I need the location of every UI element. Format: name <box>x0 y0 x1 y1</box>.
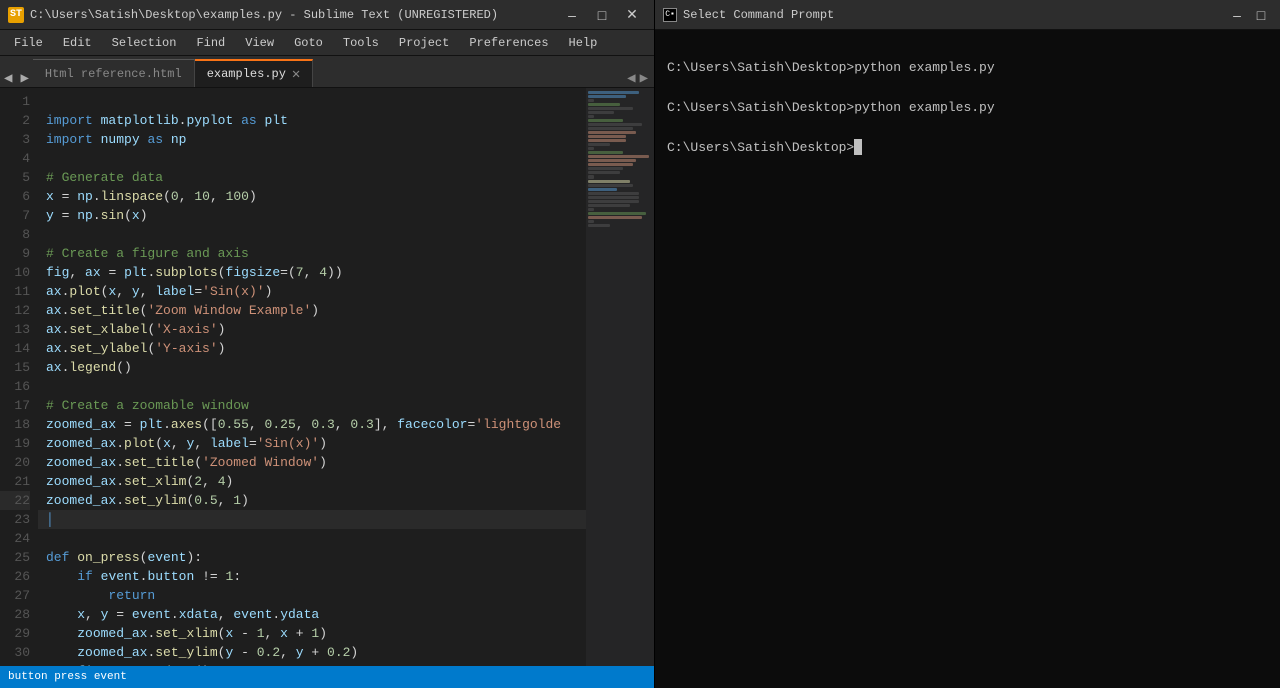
app-root: ST C:\Users\Satish\Desktop\examples.py -… <box>0 0 1280 688</box>
menu-selection[interactable]: Selection <box>102 30 187 55</box>
line-num-30: 30 <box>0 643 30 662</box>
terminal-title-bar: C▪ Select Command Prompt – □ <box>655 0 1280 30</box>
line-num-13: 13 <box>0 320 30 339</box>
menu-edit[interactable]: Edit <box>53 30 102 55</box>
line-num-14: 14 <box>0 339 30 358</box>
line-num-17: 17 <box>0 396 30 415</box>
line-num-28: 28 <box>0 605 30 624</box>
title-bar-controls: – □ ✕ <box>558 4 646 26</box>
tab-scroll-right-icon[interactable]: ▶ <box>640 70 648 87</box>
tab-close-icon[interactable]: ✕ <box>292 66 300 83</box>
terminal-line-3: C:\Users\Satish\Desktop>python examples.… <box>667 100 995 115</box>
line-num-8: 8 <box>0 225 30 244</box>
line-num-23: 23 <box>0 510 30 529</box>
tab-nav-prev[interactable]: ◀ <box>0 70 16 87</box>
terminal-prompt: C:\Users\Satish\Desktop> <box>667 140 854 155</box>
terminal-line-1: C:\Users\Satish\Desktop>python examples.… <box>667 60 995 75</box>
maximize-button[interactable]: □ <box>588 4 616 26</box>
terminal-maximize-button[interactable]: □ <box>1250 4 1272 26</box>
editor-title-bar: ST C:\Users\Satish\Desktop\examples.py -… <box>0 0 654 30</box>
terminal-pane: C▪ Select Command Prompt – □ C:\Users\Sa… <box>655 0 1280 688</box>
app-icon: ST <box>8 7 24 23</box>
line-num-16: 16 <box>0 377 30 396</box>
terminal-title: Select Command Prompt <box>683 8 834 22</box>
tab-scroll-left-icon[interactable]: ◀ <box>627 70 635 87</box>
terminal-cursor <box>854 139 862 155</box>
minimap-content <box>586 88 654 666</box>
status-bar: button press event <box>0 666 654 688</box>
line-num-12: 12 <box>0 301 30 320</box>
line-num-24: 24 <box>0 529 30 548</box>
line-num-15: 15 <box>0 358 30 377</box>
line-num-4: 4 <box>0 149 30 168</box>
close-button[interactable]: ✕ <box>618 4 646 26</box>
line-num-10: 10 <box>0 263 30 282</box>
line-num-20: 20 <box>0 453 30 472</box>
line-num-26: 26 <box>0 567 30 586</box>
line-num-5: 5 <box>0 168 30 187</box>
line-num-6: 6 <box>0 187 30 206</box>
line-num-22: 22 <box>0 491 30 510</box>
tab-bar: ◀ ▶ Html reference.html examples.py ✕ ◀ … <box>0 56 654 88</box>
editor-pane: ST C:\Users\Satish\Desktop\examples.py -… <box>0 0 655 688</box>
line-num-3: 3 <box>0 130 30 149</box>
line-numbers: 1 2 3 4 5 6 7 8 9 10 11 12 13 14 15 16 1 <box>0 88 38 666</box>
menu-bar: File Edit Selection Find View Goto Tools… <box>0 30 654 56</box>
tab-html-label: Html reference.html <box>45 67 182 81</box>
tab-right-controls: ◀ ▶ <box>627 70 654 87</box>
menu-file[interactable]: File <box>4 30 53 55</box>
terminal-minimize-button[interactable]: – <box>1226 4 1248 26</box>
title-bar-left: ST C:\Users\Satish\Desktop\examples.py -… <box>8 7 498 23</box>
tab-nav-next[interactable]: ▶ <box>16 70 32 87</box>
line-num-29: 29 <box>0 624 30 643</box>
terminal-app-icon: C▪ <box>663 8 677 22</box>
line-num-1: 1 <box>0 92 30 111</box>
terminal-title-left: C▪ Select Command Prompt <box>663 8 834 22</box>
window-title: C:\Users\Satish\Desktop\examples.py - Su… <box>30 8 498 22</box>
menu-project[interactable]: Project <box>389 30 459 55</box>
menu-tools[interactable]: Tools <box>333 30 389 55</box>
minimap[interactable] <box>586 88 654 666</box>
tab-py-label: examples.py <box>207 67 286 81</box>
line-num-2: 2 <box>0 111 30 130</box>
line-num-25: 25 <box>0 548 30 567</box>
line-num-27: 27 <box>0 586 30 605</box>
line-num-18: 18 <box>0 415 30 434</box>
line-num-7: 7 <box>0 206 30 225</box>
line-num-9: 9 <box>0 244 30 263</box>
tab-examples-py[interactable]: examples.py ✕ <box>195 59 314 87</box>
status-text: button press event <box>8 671 646 683</box>
tab-html-reference[interactable]: Html reference.html <box>33 59 195 87</box>
menu-view[interactable]: View <box>235 30 284 55</box>
code-editor[interactable]: import matplotlib.pyplot as plt import n… <box>38 88 586 666</box>
main-container: ST C:\Users\Satish\Desktop\examples.py -… <box>0 0 1280 688</box>
terminal-controls: – □ <box>1226 4 1272 26</box>
terminal-body[interactable]: C:\Users\Satish\Desktop>python examples.… <box>655 30 1280 688</box>
minimize-button[interactable]: – <box>558 4 586 26</box>
menu-find[interactable]: Find <box>186 30 235 55</box>
line-num-11: 11 <box>0 282 30 301</box>
line-num-21: 21 <box>0 472 30 491</box>
menu-help[interactable]: Help <box>559 30 608 55</box>
line-num-19: 19 <box>0 434 30 453</box>
editor-body: 1 2 3 4 5 6 7 8 9 10 11 12 13 14 15 16 1 <box>0 88 654 666</box>
menu-goto[interactable]: Goto <box>284 30 333 55</box>
menu-preferences[interactable]: Preferences <box>459 30 558 55</box>
